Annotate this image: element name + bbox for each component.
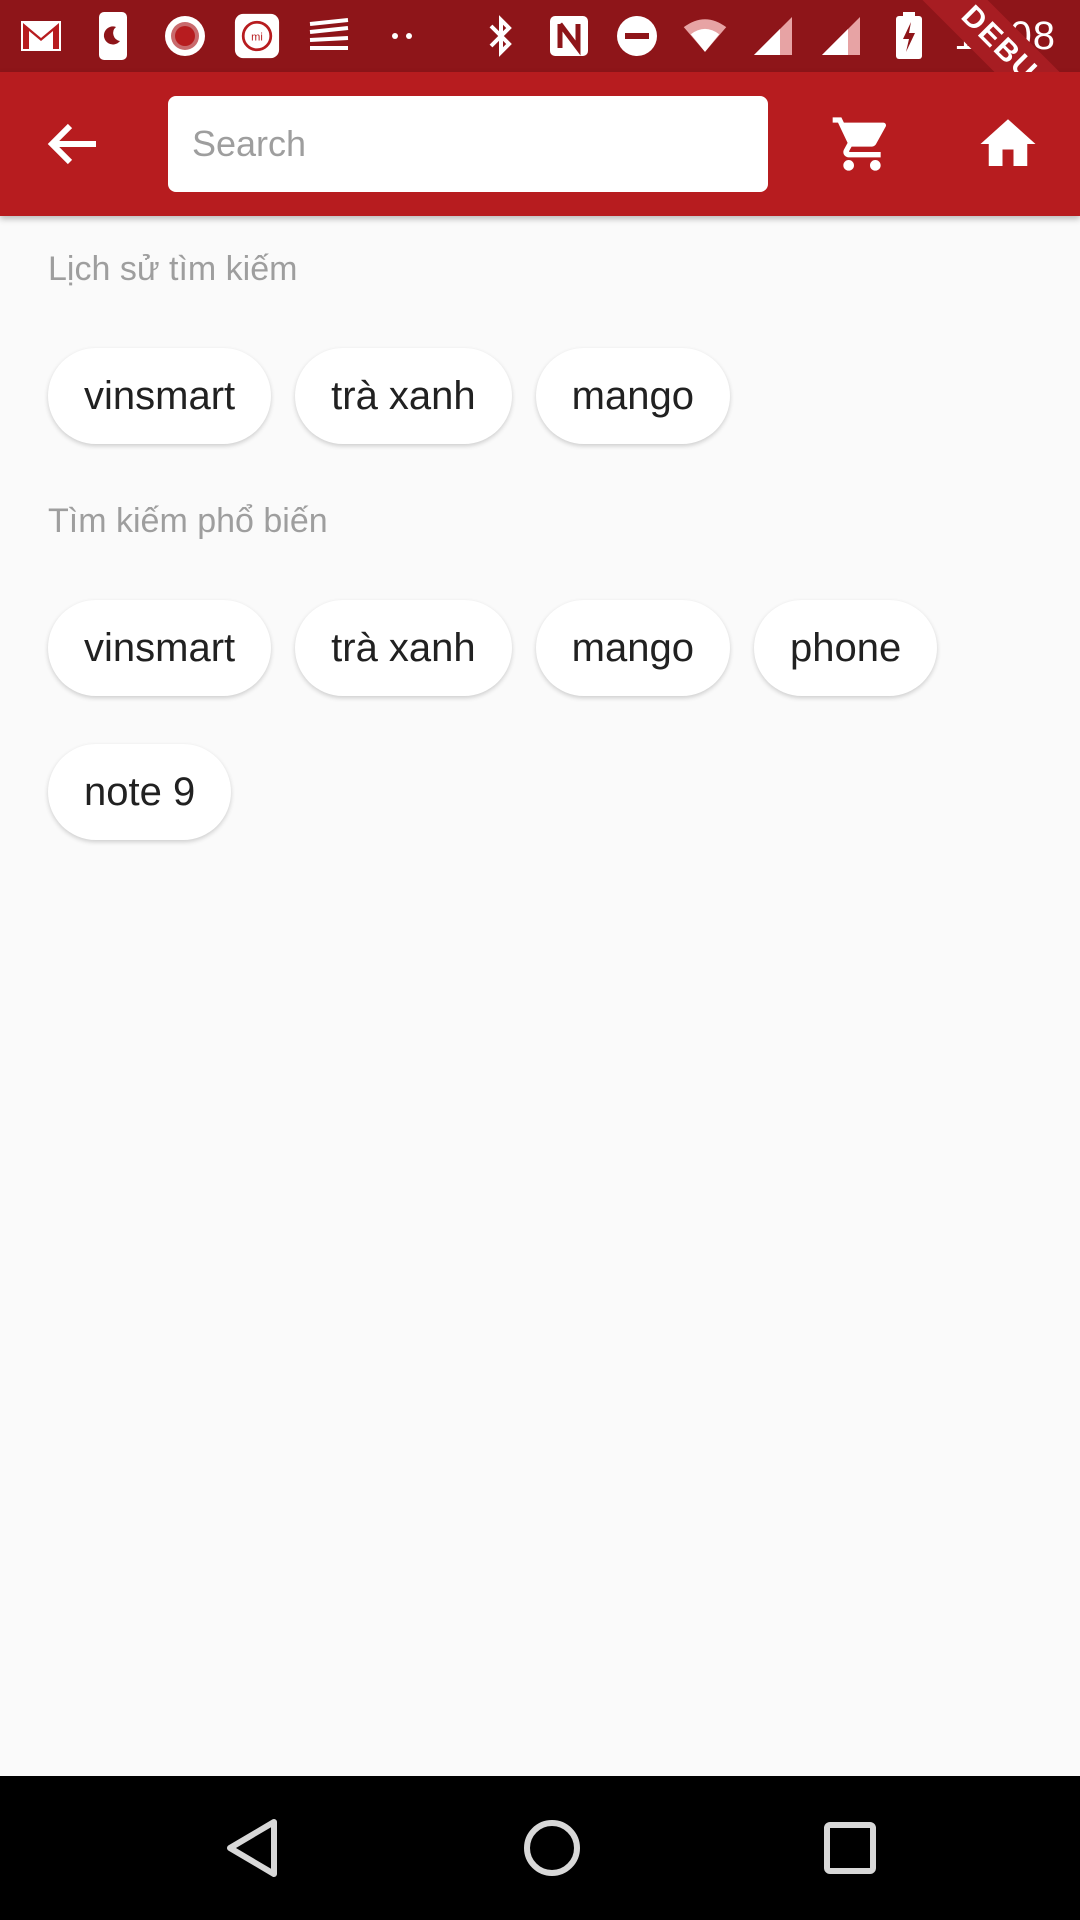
sound-icon	[306, 13, 352, 59]
status-bar: mi 11:08 DEBUG	[0, 0, 1080, 72]
back-button[interactable]	[36, 108, 108, 180]
app-bar	[0, 72, 1080, 216]
battery-charging-icon	[886, 12, 932, 59]
cart-icon	[832, 117, 887, 171]
svg-text:mi: mi	[251, 32, 263, 44]
system-nav-bar	[0, 1776, 1080, 1920]
back-triangle-icon	[227, 1819, 277, 1877]
signal-icon	[818, 13, 864, 59]
wifi-icon	[682, 13, 728, 59]
history-chip[interactable]: vinsmart	[48, 348, 272, 444]
search-input[interactable]	[192, 123, 768, 165]
history-chip[interactable]: mango	[535, 348, 730, 444]
bluetooth-icon	[478, 13, 524, 59]
popular-chip[interactable]: phone	[753, 600, 938, 696]
home-icon	[980, 119, 1036, 166]
history-section-title: Lịch sử tìm kiếm	[48, 250, 298, 288]
nav-home-button[interactable]	[516, 1812, 588, 1884]
nav-back-button[interactable]	[216, 1812, 288, 1884]
dnd-icon	[614, 13, 660, 59]
popular-chips: vinsmart trà xanh mango phone note 9	[48, 600, 1048, 840]
record-icon	[162, 13, 208, 59]
history-chip[interactable]: trà xanh	[295, 348, 512, 444]
cart-button[interactable]	[826, 108, 898, 180]
status-bar-left: mi	[18, 12, 424, 60]
more-dots-icon	[378, 13, 424, 59]
popular-chip[interactable]: trà xanh	[295, 600, 512, 696]
gmail-icon	[18, 13, 64, 59]
signal-icon	[750, 13, 796, 59]
sleep-mode-icon	[90, 12, 136, 60]
arrow-back-icon	[47, 123, 96, 165]
nfc-icon	[546, 13, 592, 59]
popular-section-title: Tìm kiếm phổ biến	[48, 502, 328, 540]
mi-icon: mi	[234, 13, 280, 59]
history-chips: vinsmart trà xanh mango	[48, 348, 1048, 444]
nav-recents-button[interactable]	[814, 1812, 886, 1884]
popular-chip[interactable]: note 9	[48, 744, 232, 840]
home-button[interactable]	[972, 108, 1044, 180]
search-box[interactable]	[168, 96, 768, 192]
recents-square-icon	[824, 1822, 876, 1874]
home-circle-icon	[524, 1820, 580, 1876]
popular-chip[interactable]: mango	[535, 600, 730, 696]
popular-chip[interactable]: vinsmart	[48, 600, 272, 696]
